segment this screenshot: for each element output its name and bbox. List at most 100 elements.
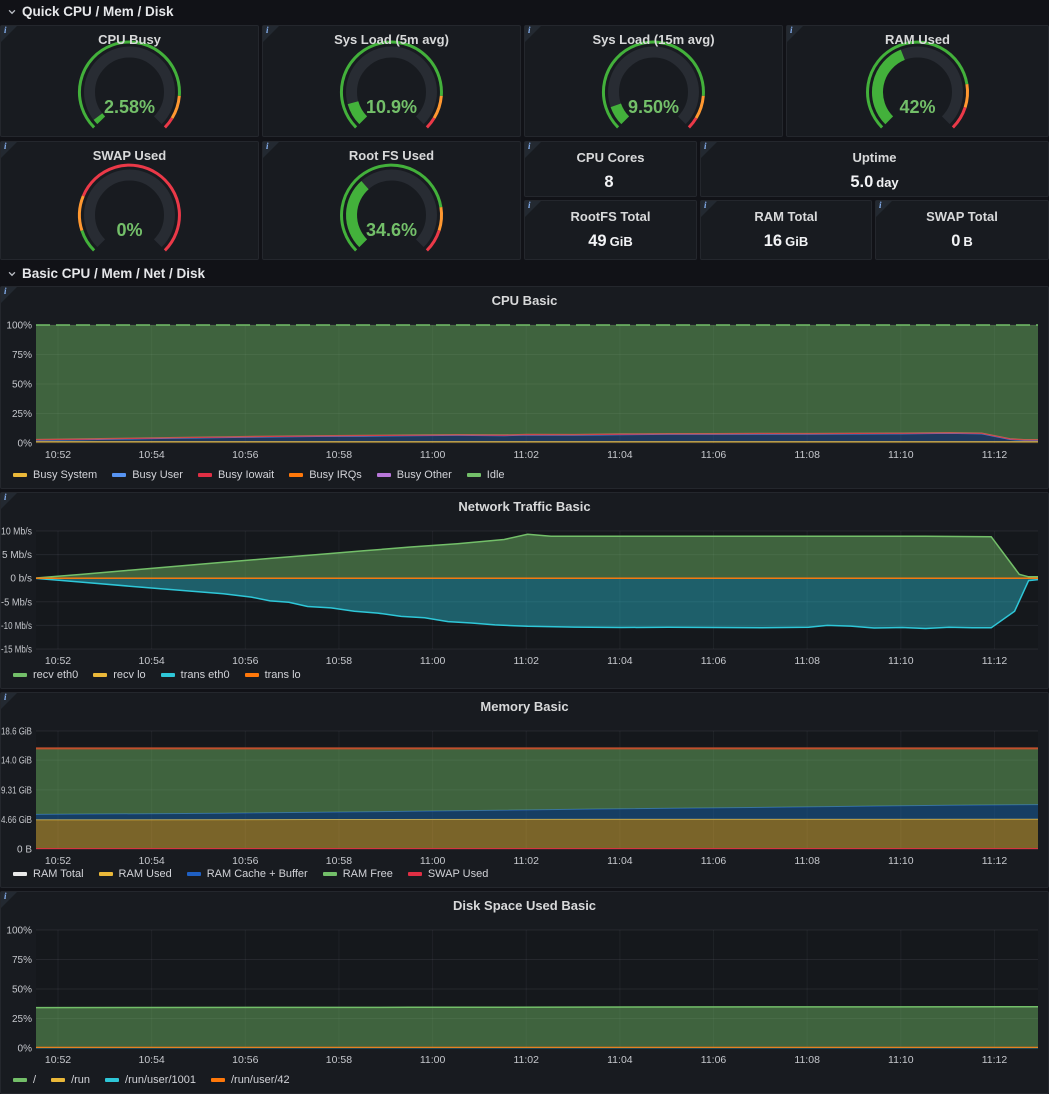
legend-swatch	[245, 673, 259, 677]
legend-item[interactable]: recv eth0	[13, 669, 78, 681]
gauge-value: 42%	[787, 97, 1048, 118]
svg-text:11:10: 11:10	[888, 449, 914, 461]
legend-item[interactable]: /run/user/1001	[105, 1074, 196, 1086]
info-icon[interactable]: i	[790, 25, 793, 35]
gauge-value: 0%	[1, 220, 258, 241]
info-icon[interactable]: i	[4, 25, 7, 35]
legend-item[interactable]: RAM Free	[323, 868, 393, 880]
panel-title[interactable]: CPU Basic	[1, 293, 1048, 308]
gauge-value: 10.9%	[263, 97, 520, 118]
svg-text:100%: 100%	[6, 926, 32, 937]
svg-text:11:04: 11:04	[607, 449, 633, 461]
info-icon[interactable]: i	[4, 891, 7, 901]
legend-item[interactable]: /run/user/42	[211, 1074, 290, 1086]
stat-title[interactable]: Uptime	[852, 150, 896, 165]
stat-value: 8	[604, 173, 616, 192]
svg-text:0 b/s: 0 b/s	[10, 574, 32, 585]
svg-text:11:06: 11:06	[701, 1054, 727, 1066]
info-icon[interactable]: i	[4, 492, 7, 502]
legend-item[interactable]: trans lo	[245, 669, 301, 681]
svg-text:11:08: 11:08	[794, 655, 820, 667]
panel-cpu-busy: i CPU Busy 2.58%	[0, 25, 259, 137]
panel-title[interactable]: CPU Busy	[1, 32, 258, 47]
section-row-basic[interactable]: Basic CPU / Mem / Net / Disk	[0, 263, 1049, 284]
panel-title[interactable]: SWAP Used	[1, 148, 258, 163]
svg-text:-10 Mb/s: -10 Mb/s	[1, 621, 32, 632]
legend-item[interactable]: Busy Iowait	[198, 469, 274, 481]
legend-label: RAM Cache + Buffer	[207, 868, 308, 880]
legend-item[interactable]: Busy IRQs	[289, 469, 362, 481]
info-icon[interactable]: i	[528, 25, 531, 35]
legend-item[interactable]: RAM Total	[13, 868, 84, 880]
svg-text:0%: 0%	[18, 439, 33, 450]
info-icon[interactable]: i	[704, 141, 707, 151]
svg-text:10:56: 10:56	[232, 449, 258, 461]
legend-item[interactable]: /run	[51, 1074, 90, 1086]
svg-text:10:52: 10:52	[45, 1054, 71, 1066]
svg-text:-5 Mb/s: -5 Mb/s	[1, 597, 32, 608]
legend-item[interactable]: recv lo	[93, 669, 145, 681]
svg-text:11:00: 11:00	[420, 655, 446, 667]
info-icon[interactable]: i	[528, 200, 531, 210]
svg-text:11:10: 11:10	[888, 655, 914, 667]
info-icon[interactable]: i	[4, 286, 7, 296]
svg-text:11:06: 11:06	[701, 655, 727, 667]
legend-item[interactable]: /	[13, 1074, 36, 1086]
info-icon[interactable]: i	[266, 141, 269, 151]
panel-title[interactable]: Root FS Used	[263, 148, 520, 163]
legend-item[interactable]: RAM Used	[99, 868, 172, 880]
panel-cpu-basic: i CPU Basic 10:5210:5410:5610:5811:0011:…	[0, 286, 1049, 489]
stat-title[interactable]: CPU Cores	[577, 150, 645, 165]
network-traffic-plot[interactable]: 10:5210:5410:5610:5811:0011:0211:0411:06…	[1, 493, 1048, 688]
svg-text:10:56: 10:56	[232, 655, 258, 667]
info-icon[interactable]: i	[4, 141, 7, 151]
panel-title[interactable]: Memory Basic	[1, 699, 1048, 714]
info-icon[interactable]: i	[266, 25, 269, 35]
legend-label: Busy IRQs	[309, 469, 362, 481]
panel-rootfs-total: i RootFS Total 49GiB	[524, 200, 697, 260]
legend-item[interactable]: Busy System	[13, 469, 97, 481]
section-row-quick[interactable]: Quick CPU / Mem / Disk	[0, 1, 1049, 22]
stat-title[interactable]: SWAP Total	[926, 209, 998, 224]
stat-title[interactable]: RAM Total	[754, 209, 817, 224]
info-icon[interactable]: i	[879, 200, 882, 210]
svg-text:11:06: 11:06	[701, 855, 727, 867]
info-icon[interactable]: i	[704, 200, 707, 210]
disk-space-plot[interactable]: 10:5210:5410:5610:5811:0011:0211:0411:06…	[1, 892, 1048, 1093]
chevron-down-icon	[7, 269, 17, 279]
legend-swatch	[408, 872, 422, 876]
panel-sys-load-15m: i Sys Load (15m avg) 9.50%	[524, 25, 783, 137]
legend-item[interactable]: Idle	[467, 469, 505, 481]
gauge-value: 34.6%	[263, 220, 520, 241]
legend-item[interactable]: Busy Other	[377, 469, 452, 481]
legend-item[interactable]: Busy User	[112, 469, 183, 481]
panel-title[interactable]: RAM Used	[787, 32, 1048, 47]
svg-text:10:52: 10:52	[45, 855, 71, 867]
info-icon[interactable]: i	[528, 141, 531, 151]
svg-text:10:56: 10:56	[232, 855, 258, 867]
svg-text:75%: 75%	[12, 350, 32, 361]
panel-title[interactable]: Network Traffic Basic	[1, 499, 1048, 514]
legend-item[interactable]: RAM Cache + Buffer	[187, 868, 308, 880]
cpu-basic-plot[interactable]: 10:5210:5410:5610:5811:0011:0211:0411:06…	[1, 287, 1048, 488]
stat-title[interactable]: RootFS Total	[571, 209, 651, 224]
legend-swatch	[112, 473, 126, 477]
panel-title[interactable]: Sys Load (5m avg)	[263, 32, 520, 47]
svg-text:10:54: 10:54	[139, 1054, 165, 1066]
legend-swatch	[377, 473, 391, 477]
memory-basic-plot[interactable]: 10:5210:5410:5610:5811:0011:0211:0411:06…	[1, 693, 1048, 887]
legend-swatch	[198, 473, 212, 477]
legend: recv eth0 recv lo trans eth0 trans lo	[13, 669, 301, 681]
panel-sys-load-5m: i Sys Load (5m avg) 10.9%	[262, 25, 521, 137]
svg-text:0%: 0%	[18, 1044, 33, 1055]
legend-swatch	[161, 673, 175, 677]
info-icon[interactable]: i	[4, 692, 7, 702]
panel-swap-total: i SWAP Total 0B	[875, 200, 1049, 260]
legend-item[interactable]: SWAP Used	[408, 868, 489, 880]
legend-item[interactable]: trans eth0	[161, 669, 230, 681]
svg-text:11:08: 11:08	[794, 449, 820, 461]
panel-title[interactable]: Sys Load (15m avg)	[525, 32, 782, 47]
svg-text:10:58: 10:58	[326, 1054, 352, 1066]
legend-label: /run/user/1001	[125, 1074, 196, 1086]
panel-title[interactable]: Disk Space Used Basic	[1, 898, 1048, 913]
